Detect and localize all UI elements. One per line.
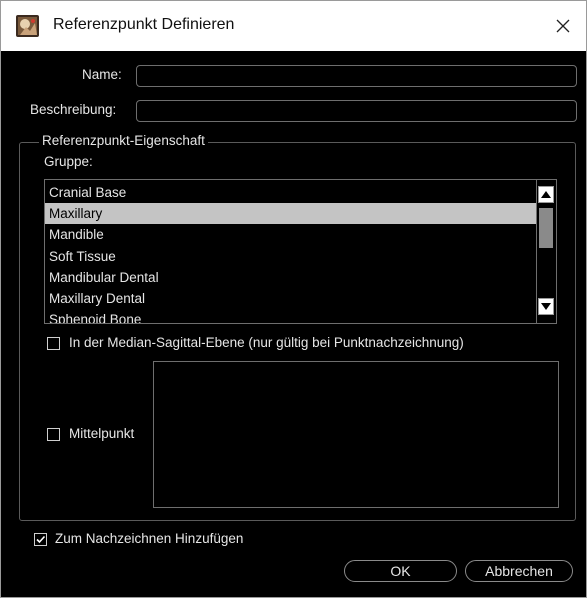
listbox-scrollbar[interactable] bbox=[536, 180, 556, 323]
list-item[interactable]: Maxillary bbox=[45, 203, 537, 225]
groupbox-title: Referenzpunkt-Eigenschaft bbox=[39, 133, 208, 148]
name-input[interactable] bbox=[136, 65, 577, 87]
gruppe-label: Gruppe: bbox=[44, 154, 93, 169]
close-icon bbox=[556, 19, 570, 33]
title-bar: Referenzpunkt Definieren bbox=[1, 1, 586, 51]
description-label: Beschreibung: bbox=[30, 102, 117, 117]
name-label: Name: bbox=[82, 67, 122, 82]
list-item[interactable]: Cranial Base bbox=[45, 182, 537, 203]
checkmark-icon bbox=[36, 535, 46, 544]
trace-checkbox[interactable] bbox=[34, 533, 47, 546]
close-button[interactable] bbox=[540, 1, 586, 51]
app-icon bbox=[16, 15, 39, 37]
median-sagittal-label: In der Median-Sagittal-Ebene (nur gültig… bbox=[69, 335, 464, 350]
arrow-up-icon bbox=[541, 191, 551, 198]
list-item[interactable]: Soft Tissue bbox=[45, 246, 537, 267]
list-item[interactable]: Sphenoid Bone bbox=[45, 309, 537, 323]
group-listbox[interactable]: Cranial Base Maxillary Mandible Soft Tissue… bbox=[44, 179, 557, 324]
mittelpunkt-checkbox[interactable] bbox=[47, 428, 60, 441]
scroll-thumb[interactable] bbox=[539, 208, 553, 248]
group-list-items: Cranial Base Maxillary Mandible Soft Tissue… bbox=[45, 182, 537, 323]
ok-button[interactable]: OK bbox=[344, 560, 457, 582]
preview-frame bbox=[153, 361, 559, 508]
arrow-down-icon bbox=[541, 303, 551, 310]
trace-checkbox-label: Zum Nachzeichnen Hinzufügen bbox=[55, 531, 244, 546]
mittelpunkt-label: Mittelpunkt bbox=[69, 426, 135, 441]
list-item[interactable]: Maxillary Dental bbox=[45, 288, 537, 309]
cancel-button[interactable]: Abbrechen bbox=[465, 560, 573, 582]
scroll-down-button[interactable] bbox=[538, 298, 554, 315]
window-title: Referenzpunkt Definieren bbox=[53, 16, 235, 33]
list-item[interactable]: Mandibular Dental bbox=[45, 267, 537, 288]
median-sagittal-checkbox[interactable] bbox=[47, 337, 60, 350]
list-item[interactable]: Mandible bbox=[45, 224, 537, 245]
description-input[interactable] bbox=[136, 100, 577, 122]
dialog-window: Referenzpunkt Definieren Name: Beschreib… bbox=[0, 0, 587, 598]
scroll-up-button[interactable] bbox=[538, 186, 554, 203]
